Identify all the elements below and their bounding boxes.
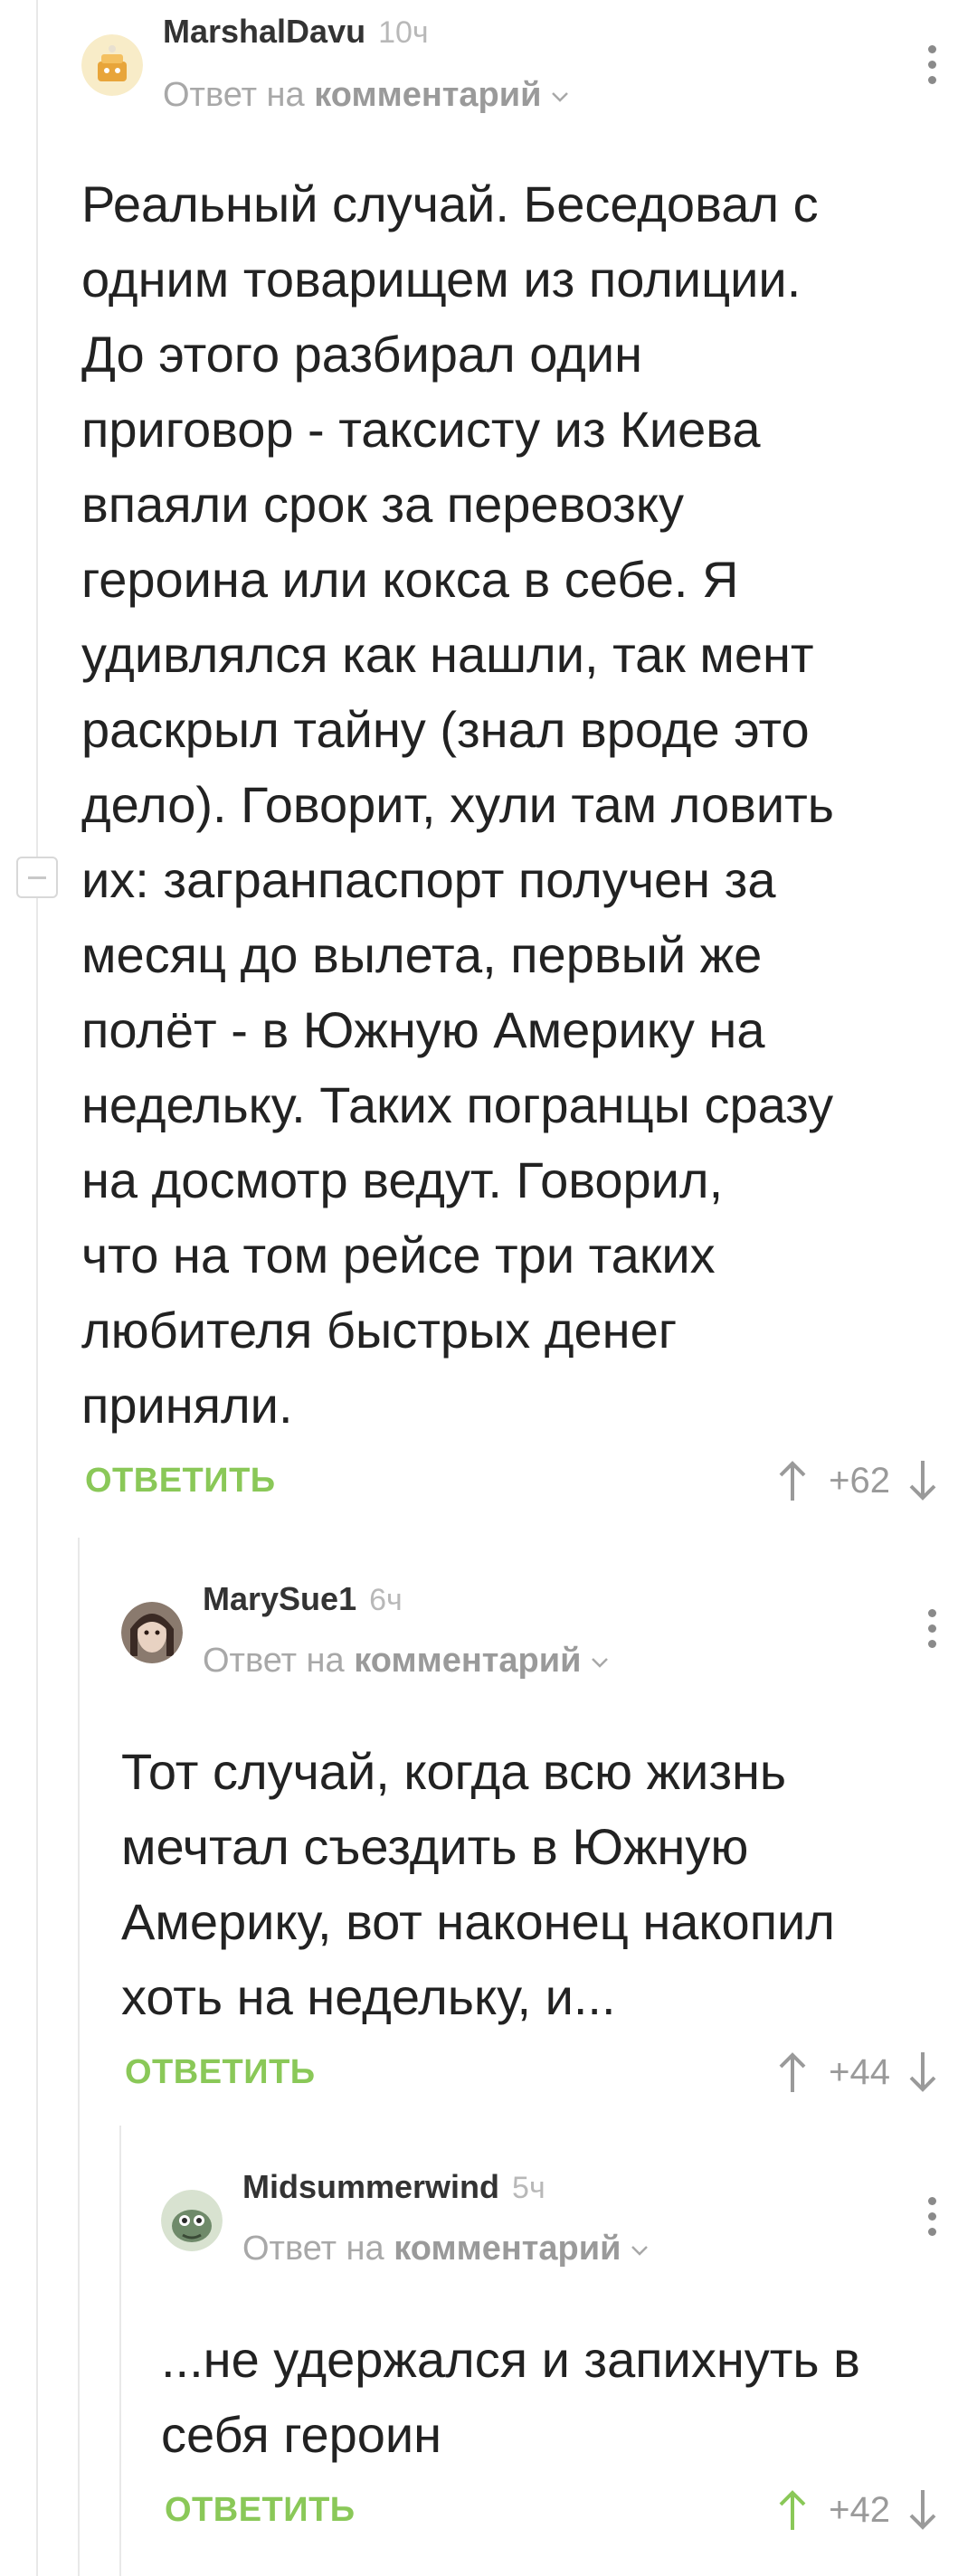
- comment: MarshalDavu 10ч Ответ на комментарий Реал…: [81, 0, 941, 1508]
- username[interactable]: Midsummerwind: [242, 2168, 499, 2205]
- comment-header: MarshalDavu 10ч Ответ на комментарий: [81, 0, 941, 118]
- collapse-thread-button[interactable]: [16, 857, 58, 898]
- rating: +42: [774, 2483, 941, 2537]
- comment-author[interactable]: MarySue1 6ч: [203, 1580, 403, 1618]
- reply-parent-link[interactable]: комментарий: [314, 76, 541, 114]
- more-vertical-icon[interactable]: [923, 1609, 941, 1656]
- comment-text: Реальный случай. Беседовал с одним товар…: [81, 175, 834, 1434]
- arrow-down-icon[interactable]: [905, 2487, 941, 2533]
- avatar[interactable]: [161, 2190, 223, 2251]
- avatar[interactable]: [81, 34, 143, 96]
- chevron-down-icon[interactable]: [550, 90, 570, 103]
- chevron-down-icon[interactable]: [630, 2244, 650, 2257]
- reply-parent-link[interactable]: комментарий: [394, 2230, 621, 2268]
- reply-to[interactable]: Ответ на комментарий: [203, 1642, 610, 1681]
- username[interactable]: MarySue1: [203, 1580, 356, 1617]
- comment: Midsummerwind 5ч Ответ на комментарий ...…: [161, 2157, 941, 2537]
- comment-text: Тот случай, когда всю жизнь мечтал съезд…: [121, 1743, 835, 2025]
- reply-to[interactable]: Ответ на комментарий: [242, 2230, 650, 2268]
- rating: +62: [774, 1454, 941, 1508]
- comment-text: ...не удержался и запихнуть в себя герои…: [161, 2331, 860, 2463]
- arrow-up-icon[interactable]: [774, 1458, 811, 1503]
- arrow-down-icon[interactable]: [905, 2050, 941, 2095]
- rating-score: +44: [829, 2051, 890, 2092]
- reply-button[interactable]: ОТВЕТИТЬ: [85, 1454, 276, 1508]
- rating-score: +42: [829, 2489, 890, 2530]
- comment-footer: ОТВЕТИТЬ +42: [161, 2483, 941, 2537]
- thread-line-level-2: [78, 1538, 80, 2576]
- thread-line-level-3: [119, 2126, 121, 2576]
- reply-prefix: Ответ на: [203, 1642, 345, 1680]
- avatar[interactable]: [121, 1602, 183, 1663]
- comment-author[interactable]: Midsummerwind 5ч: [242, 2168, 545, 2206]
- chevron-down-icon[interactable]: [590, 1656, 610, 1669]
- rating-score: +62: [829, 1460, 890, 1501]
- comment-author[interactable]: MarshalDavu 10ч: [163, 13, 429, 51]
- comment-time: 5ч: [512, 2171, 545, 2205]
- arrow-up-icon[interactable]: [774, 2050, 811, 2095]
- comment-footer: ОТВЕТИТЬ +62: [81, 1454, 941, 1508]
- more-vertical-icon[interactable]: [923, 2197, 941, 2244]
- reply-to[interactable]: Ответ на комментарий: [163, 76, 570, 115]
- reply-parent-link[interactable]: комментарий: [354, 1642, 581, 1680]
- rating: +44: [774, 2045, 941, 2099]
- reply-prefix: Ответ на: [163, 76, 305, 114]
- reply-prefix: Ответ на: [242, 2230, 384, 2268]
- arrow-up-icon[interactable]: [774, 2487, 811, 2533]
- reply-button[interactable]: ОТВЕТИТЬ: [125, 2045, 316, 2099]
- thread-line-level-1: [36, 0, 38, 2576]
- comment-footer: ОТВЕТИТЬ +44: [121, 2045, 941, 2099]
- reply-button[interactable]: ОТВЕТИТЬ: [165, 2483, 356, 2537]
- comment: MarySue1 6ч Ответ на комментарий Тот случ…: [121, 1569, 941, 2099]
- comment-header: MarySue1 6ч Ответ на комментарий: [121, 1569, 941, 1687]
- comment-header: Midsummerwind 5ч Ответ на комментарий: [161, 2157, 941, 2275]
- comment-time: 6ч: [369, 1583, 403, 1617]
- arrow-down-icon[interactable]: [905, 1458, 941, 1503]
- comment-time: 10ч: [378, 15, 429, 50]
- username[interactable]: MarshalDavu: [163, 13, 365, 50]
- more-vertical-icon[interactable]: [923, 45, 941, 92]
